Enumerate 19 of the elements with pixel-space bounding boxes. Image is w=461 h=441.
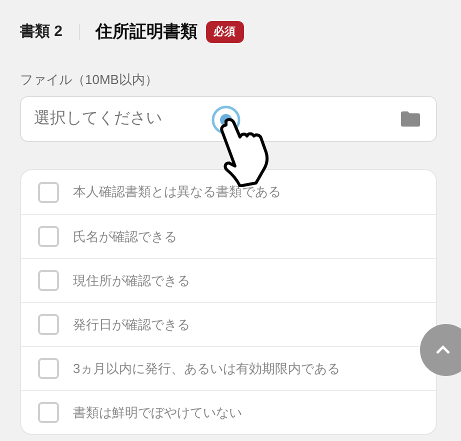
required-badge: 必須 — [206, 20, 244, 44]
checkbox[interactable] — [38, 270, 59, 291]
checkbox[interactable] — [38, 402, 59, 423]
checklist-item-label: 発行日が確認できる — [73, 316, 190, 334]
checklist-item-label: 3ヵ月以内に発行、あるいは有効期限内である — [73, 360, 340, 378]
file-field-label: ファイル（10MB以内） — [20, 72, 159, 88]
checkbox[interactable] — [38, 226, 59, 247]
checklist-item-label: 本人確認書類とは異なる書類である — [73, 183, 281, 202]
file-select-field[interactable]: 選択してください — [20, 96, 437, 142]
checkbox[interactable] — [38, 182, 59, 202]
section-title: 住所証明書類 — [96, 21, 198, 44]
step-label: 書類 2 — [20, 22, 63, 42]
folder-icon — [401, 111, 420, 127]
checkbox[interactable] — [38, 314, 59, 335]
chevron-up-icon — [435, 345, 451, 355]
checkbox[interactable] — [38, 358, 59, 379]
checklist-item-label: 現住所が確認できる — [73, 272, 190, 290]
checklist-item-label: 書類は鮮明でぼやけていない — [73, 404, 242, 422]
checklist-item-label: 氏名が確認できる — [73, 228, 177, 246]
